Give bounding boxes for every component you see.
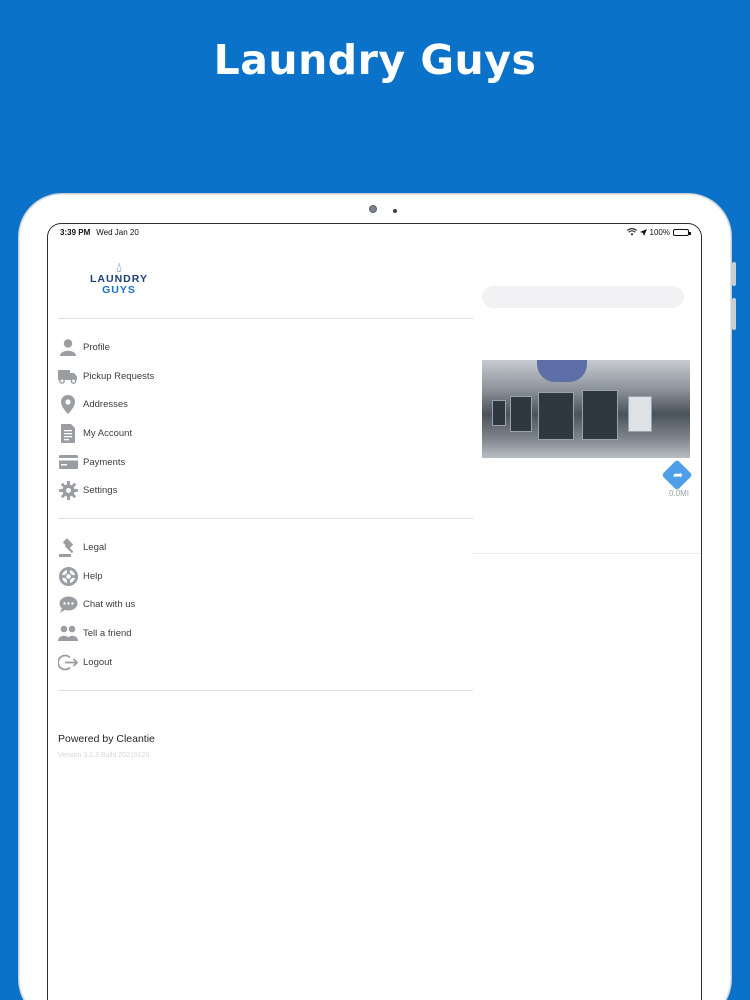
menu-label: Payments — [83, 456, 126, 468]
version-text: Version 3.2.3 Build 20210120 — [58, 752, 150, 759]
device-screen: 3:39 PM Wed Jan 20 100% ➦ 0.0MI 💧︎ LAUND… — [47, 223, 702, 1000]
menu-label: Pickup Requests — [83, 370, 155, 382]
people-icon — [58, 623, 78, 643]
powered-by-text: Powered by Cleantie — [58, 733, 155, 745]
menu-label: Settings — [83, 485, 118, 497]
menu-divider — [58, 690, 473, 691]
menu-divider — [58, 318, 473, 319]
machine-panel — [510, 396, 532, 432]
menu-item-tell-a-friend[interactable]: Tell a friend — [58, 619, 458, 648]
glove-shape — [537, 360, 587, 382]
chat-bubble-icon — [58, 595, 78, 615]
battery-icon — [673, 228, 691, 236]
volume-up-button — [732, 262, 736, 286]
document-icon — [58, 423, 78, 443]
distance-label: 0.0MI — [669, 489, 690, 498]
secondary-menu: Legal Help Chat with us Tell a friend Lo… — [58, 533, 458, 676]
menu-label: My Account — [83, 427, 133, 439]
volume-down-button — [732, 298, 736, 330]
machine-panel — [492, 400, 506, 426]
menu-label: Profile — [83, 341, 110, 353]
menu-item-my-account[interactable]: My Account — [58, 419, 458, 448]
menu-item-help[interactable]: Help — [58, 562, 458, 591]
map-pin-icon — [58, 395, 78, 415]
status-time: 3:39 PM — [60, 227, 91, 237]
menu-label: Tell a friend — [83, 627, 132, 639]
menu-item-payments[interactable]: Payments — [58, 448, 458, 477]
credit-card-icon — [58, 452, 78, 472]
menu-item-chat-with-us[interactable]: Chat with us — [58, 590, 458, 619]
gear-icon — [58, 481, 78, 501]
truck-icon — [58, 366, 78, 386]
gavel-icon — [58, 537, 78, 557]
background-location-photo — [482, 360, 690, 458]
logout-icon — [58, 652, 78, 672]
status-date: Wed Jan 20 — [96, 227, 139, 237]
navigation-drawer: 💧︎ LAUNDRY GUYS Profile Pickup Requests — [48, 240, 473, 1000]
machine-panel — [582, 390, 618, 440]
menu-item-profile[interactable]: Profile — [58, 333, 458, 362]
menu-label: Addresses — [83, 399, 128, 411]
directions-arrow-icon: ➦ — [672, 468, 684, 482]
menu-label: Chat with us — [83, 599, 136, 611]
menu-item-settings[interactable]: Settings — [58, 476, 458, 505]
machine-panel — [538, 392, 574, 440]
water-drop-icon: 💧︎ — [116, 259, 122, 275]
menu-item-logout[interactable]: Logout — [58, 648, 458, 677]
menu-item-pickup-requests[interactable]: Pickup Requests — [58, 362, 458, 391]
status-bar: 3:39 PM Wed Jan 20 100% — [48, 224, 701, 240]
primary-menu: Profile Pickup Requests Addresses My Acc… — [58, 333, 458, 505]
background-search-bar — [482, 286, 684, 308]
background-divider — [473, 553, 701, 554]
wifi-icon — [626, 228, 637, 236]
menu-item-legal[interactable]: Legal — [58, 533, 458, 562]
battery-percent: 100% — [649, 227, 670, 237]
lifebuoy-icon — [58, 566, 78, 586]
background-screen: ➦ 0.0MI — [473, 240, 701, 1000]
machine-panel — [628, 396, 652, 432]
person-icon — [58, 337, 78, 357]
location-arrow-icon — [639, 228, 647, 236]
camera-icon — [369, 205, 377, 213]
menu-label: Help — [83, 570, 103, 582]
sensor-dot — [393, 209, 397, 213]
menu-item-addresses[interactable]: Addresses — [58, 390, 458, 419]
menu-label: Logout — [83, 656, 113, 668]
menu-divider — [58, 518, 473, 519]
laundry-guys-logo: 💧︎ LAUNDRY GUYS — [84, 260, 154, 302]
menu-label: Legal — [83, 541, 107, 553]
logo-line-2: GUYS — [102, 284, 136, 296]
promo-title: Laundry Guys — [213, 36, 537, 84]
